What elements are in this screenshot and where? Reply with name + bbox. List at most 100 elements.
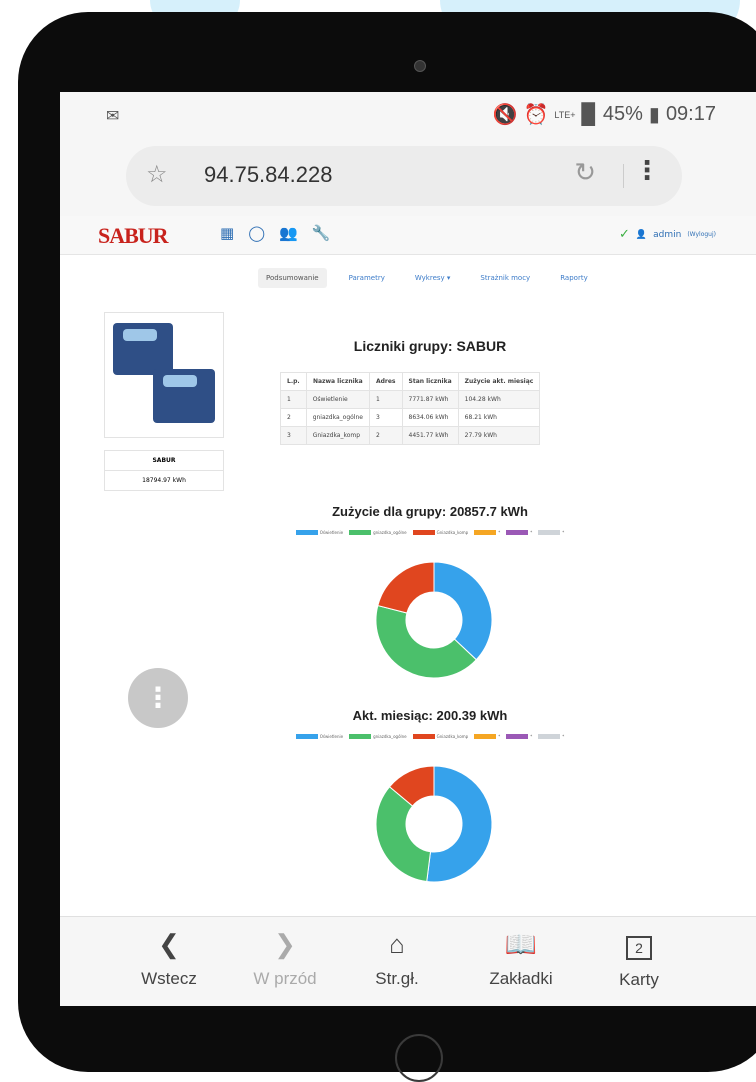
user-area: ✓ 👤 admin (Wyloguj): [619, 227, 716, 242]
table-cell: 8634.06 kWh: [401, 408, 459, 427]
pie-slice[interactable]: [433, 561, 493, 661]
app-navbar: SABUR ▦ ◯ 👥 🔧 ✓ 👤 admin (Wyloguj): [60, 216, 756, 255]
network-type: LTE+: [554, 109, 576, 120]
reload-icon[interactable]: ↻: [574, 158, 596, 188]
pie-slice[interactable]: [375, 786, 432, 883]
legend-label: *: [530, 530, 533, 535]
divider: [623, 164, 624, 188]
signal-icon: ▉: [581, 104, 597, 126]
legend-item[interactable]: *: [474, 734, 500, 739]
legend-label: gniazdka_ogólne: [373, 530, 407, 535]
legend-label: *: [498, 734, 501, 739]
dashboard-icon[interactable]: ▦: [220, 224, 234, 242]
legend-swatch: [506, 530, 529, 535]
legend-item[interactable]: gniazdka_ogólne: [349, 734, 407, 739]
tabs-icon: 2: [584, 929, 694, 960]
legend-label: gniazdka_ogólne: [373, 734, 407, 739]
home-icon: ⌂: [389, 929, 405, 959]
table-cell: 1: [368, 390, 403, 409]
tabs-button[interactable]: 2 Karty: [584, 929, 694, 990]
book-icon: 📖: [504, 929, 538, 959]
user-icon: 👤: [635, 229, 648, 240]
logout-link[interactable]: (Wyloguj): [687, 231, 716, 238]
mute-icon: 🔇: [492, 104, 518, 126]
browser-menu-icon[interactable]: ⋮: [634, 156, 660, 186]
column-header: Stan licznika: [401, 372, 459, 391]
table-header-row: L.p. Nazwa licznika Adres Stan licznika …: [280, 372, 541, 391]
sabur-logo[interactable]: SABUR: [98, 223, 169, 249]
meter-display: [163, 375, 197, 387]
meter-display: [123, 329, 157, 341]
device-summary: SABUR 18794.97 kWh: [104, 450, 224, 491]
home-hardware-button[interactable]: [395, 1034, 443, 1082]
legend-swatch: [349, 530, 372, 535]
legend-label: *: [562, 734, 565, 739]
table-cell: 2: [368, 426, 403, 445]
more-options-button[interactable]: ⋮: [128, 668, 188, 728]
forward-label: W przód: [253, 969, 317, 988]
legend-swatch: [538, 530, 561, 535]
tab-charts[interactable]: Wykresy ▾: [407, 268, 459, 288]
column-header: L.p.: [280, 372, 307, 391]
chart-title: Zużycie dla grupy: 20857.7 kWh: [332, 504, 528, 519]
legend-label: *: [562, 530, 565, 535]
legend-item[interactable]: *: [538, 530, 564, 535]
chart-title: Akt. miesiąc: 200.39 kWh: [352, 708, 508, 723]
legend-item[interactable]: *: [538, 734, 564, 739]
legend-item[interactable]: gniazdka_ogólne: [349, 530, 407, 535]
column-header: Zużycie akt. miesiąc: [457, 372, 541, 391]
tablet-screen: ✉ 🔇 ⏰ LTE+ ▉ 45% ▮ 09:17 ☆ 94.75.84.228 …: [60, 92, 756, 1006]
legend-swatch: [295, 530, 318, 535]
table-cell: 3: [368, 408, 403, 427]
pie-slice[interactable]: [377, 561, 435, 614]
tab-parameters[interactable]: Parametry: [341, 268, 393, 288]
chevron-left-icon: ❮: [158, 929, 180, 959]
address-bar[interactable]: ☆ 94.75.84.228 ↻ ⋮: [126, 146, 682, 206]
column-header: Adres: [368, 372, 403, 391]
back-button[interactable]: ❮ Wstecz: [114, 929, 224, 989]
back-label: Wstecz: [141, 969, 197, 988]
table-cell: 68.21 kWh: [457, 408, 541, 427]
web-content: SABUR ▦ ◯ 👥 🔧 ✓ 👤 admin (Wyloguj) Podsum…: [60, 216, 756, 916]
status-indicators: 🔇 ⏰ LTE+ ▉ 45% ▮ 09:17: [493, 102, 716, 127]
legend-item[interactable]: *: [506, 530, 532, 535]
meters-title: Liczniki grupy: SABUR: [353, 338, 507, 354]
url-text[interactable]: 94.75.84.228: [204, 162, 332, 188]
browser-toolbar: ☆ 94.75.84.228 ↻ ⋮: [60, 138, 756, 216]
legend-swatch: [506, 734, 529, 739]
tab-summary[interactable]: Podsumowanie: [258, 268, 327, 288]
status-ok-icon: ✓: [618, 227, 630, 242]
meter-icon[interactable]: ◯: [248, 224, 265, 242]
device-image: [104, 312, 224, 438]
legend-label: Gniazdka_komp: [436, 734, 469, 739]
home-button[interactable]: ⌂ Str.gł.: [342, 929, 452, 989]
legend-item[interactable]: *: [506, 734, 532, 739]
bookmark-star-icon[interactable]: ☆: [146, 160, 168, 188]
wrench-icon[interactable]: 🔧: [312, 224, 331, 242]
legend-item[interactable]: Oświetlenie: [295, 530, 343, 535]
tab-reports[interactable]: Raporty: [552, 268, 596, 288]
legend-swatch: [295, 734, 318, 739]
status-bar: ✉ 🔇 ⏰ LTE+ ▉ 45% ▮ 09:17: [60, 92, 756, 138]
battery-icon: ▮: [648, 104, 660, 126]
tab-power-guard[interactable]: Strażnik mocy: [472, 268, 538, 288]
table-row: 2 gniazdka_ogólne 3 8634.06 kWh 68.21 kW…: [280, 408, 541, 427]
forward-button[interactable]: ❯ W przód: [230, 929, 340, 989]
battery-percent: 45%: [602, 103, 643, 125]
clock: 09:17: [665, 103, 716, 125]
legend-item[interactable]: Oświetlenie: [295, 734, 343, 739]
legend-item[interactable]: Gniazdka_komp: [412, 530, 468, 535]
username: admin: [653, 229, 682, 240]
pie-slice[interactable]: [426, 765, 493, 883]
legend-swatch: [474, 530, 497, 535]
legend-item[interactable]: *: [474, 530, 500, 535]
bookmarks-button[interactable]: 📖 Zakładki: [466, 929, 576, 989]
table-cell: 1: [280, 390, 307, 409]
table-cell: 7771.87 kWh: [401, 390, 459, 409]
legend-label: *: [530, 734, 533, 739]
tabs-count: 2: [626, 936, 652, 960]
users-icon[interactable]: 👥: [279, 224, 298, 242]
table-cell: 27.79 kWh: [457, 426, 541, 445]
legend-item[interactable]: Gniazdka_komp: [412, 734, 469, 739]
table-cell: 2: [280, 408, 307, 427]
